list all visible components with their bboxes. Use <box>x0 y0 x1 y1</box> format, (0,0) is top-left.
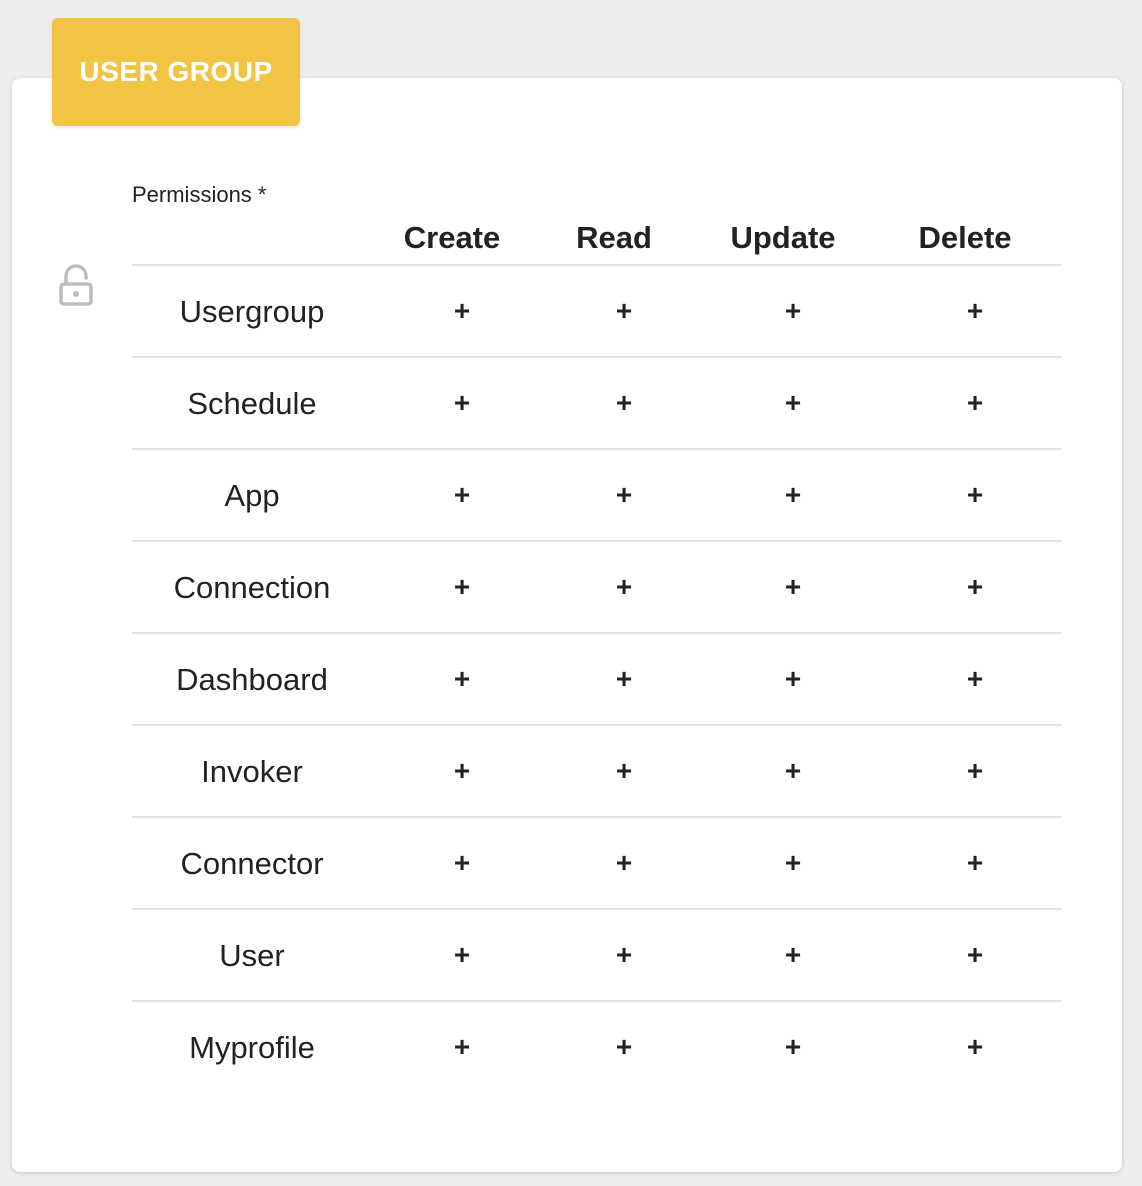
column-header-create: Create <box>403 220 501 255</box>
add-delete-permission-button[interactable]: + <box>961 754 989 788</box>
add-update-permission-button[interactable]: + <box>779 1030 807 1064</box>
add-update-permission-button[interactable]: + <box>779 662 807 696</box>
add-create-permission-button[interactable]: + <box>448 386 476 420</box>
row-label: Connection <box>173 570 331 605</box>
column-header-delete: Delete <box>918 220 1012 255</box>
column-header-read: Read <box>576 220 652 255</box>
row-label: Dashboard <box>176 662 328 697</box>
add-create-permission-button[interactable]: + <box>448 662 476 696</box>
row-label: User <box>219 938 285 973</box>
permission-row-app: App + + + + <box>132 450 1062 542</box>
add-delete-permission-button[interactable]: + <box>961 478 989 512</box>
add-update-permission-button[interactable]: + <box>779 478 807 512</box>
unlocked-padlock-icon <box>56 262 96 310</box>
column-header-update: Update <box>730 220 836 255</box>
add-create-permission-button[interactable]: + <box>448 754 476 788</box>
row-label: App <box>224 478 280 513</box>
permission-row-dashboard: Dashboard + + + + <box>132 634 1062 726</box>
add-read-permission-button[interactable]: + <box>610 294 638 328</box>
add-create-permission-button[interactable]: + <box>448 478 476 512</box>
add-delete-permission-button[interactable]: + <box>961 570 989 604</box>
row-label: Connector <box>180 846 324 881</box>
add-delete-permission-button[interactable]: + <box>961 662 989 696</box>
add-read-permission-button[interactable]: + <box>610 846 638 880</box>
add-create-permission-button[interactable]: + <box>448 570 476 604</box>
add-update-permission-button[interactable]: + <box>779 386 807 420</box>
permission-row-myprofile: Myprofile + + + + <box>132 1002 1062 1092</box>
permissions-label: Permissions * <box>132 182 267 207</box>
add-create-permission-button[interactable]: + <box>448 938 476 972</box>
add-delete-permission-button[interactable]: + <box>961 1030 989 1064</box>
add-read-permission-button[interactable]: + <box>610 754 638 788</box>
permissions-header-row: Create Read Update Delete <box>132 214 1062 266</box>
add-read-permission-button[interactable]: + <box>610 938 638 972</box>
permission-row-usergroup: Usergroup + + + + <box>132 266 1062 358</box>
add-update-permission-button[interactable]: + <box>779 294 807 328</box>
row-label: Usergroup <box>179 294 325 329</box>
add-update-permission-button[interactable]: + <box>779 754 807 788</box>
add-create-permission-button[interactable]: + <box>448 1030 476 1064</box>
add-create-permission-button[interactable]: + <box>448 294 476 328</box>
tab-title: USER GROUP <box>79 56 273 87</box>
row-label: Myprofile <box>189 1030 315 1065</box>
add-read-permission-button[interactable]: + <box>610 662 638 696</box>
permission-row-connection: Connection + + + + <box>132 542 1062 634</box>
add-read-permission-button[interactable]: + <box>610 386 638 420</box>
add-read-permission-button[interactable]: + <box>610 478 638 512</box>
permission-row-connector: Connector + + + + <box>132 818 1062 910</box>
add-read-permission-button[interactable]: + <box>610 570 638 604</box>
add-delete-permission-button[interactable]: + <box>961 938 989 972</box>
add-update-permission-button[interactable]: + <box>779 846 807 880</box>
row-label: Schedule <box>187 386 317 421</box>
row-label: Invoker <box>201 754 303 789</box>
add-delete-permission-button[interactable]: + <box>961 846 989 880</box>
add-update-permission-button[interactable]: + <box>779 570 807 604</box>
add-delete-permission-button[interactable]: + <box>961 294 989 328</box>
add-delete-permission-button[interactable]: + <box>961 386 989 420</box>
add-create-permission-button[interactable]: + <box>448 846 476 880</box>
permission-row-schedule: Schedule + + + + <box>132 358 1062 450</box>
permission-row-user: User + + + + <box>132 910 1062 1002</box>
permission-row-invoker: Invoker + + + + <box>132 726 1062 818</box>
add-update-permission-button[interactable]: + <box>779 938 807 972</box>
user-group-tab: USER GROUP <box>52 18 300 126</box>
permissions-table: Create Read Update Delete Usergroup + + … <box>132 214 1062 1092</box>
add-read-permission-button[interactable]: + <box>610 1030 638 1064</box>
